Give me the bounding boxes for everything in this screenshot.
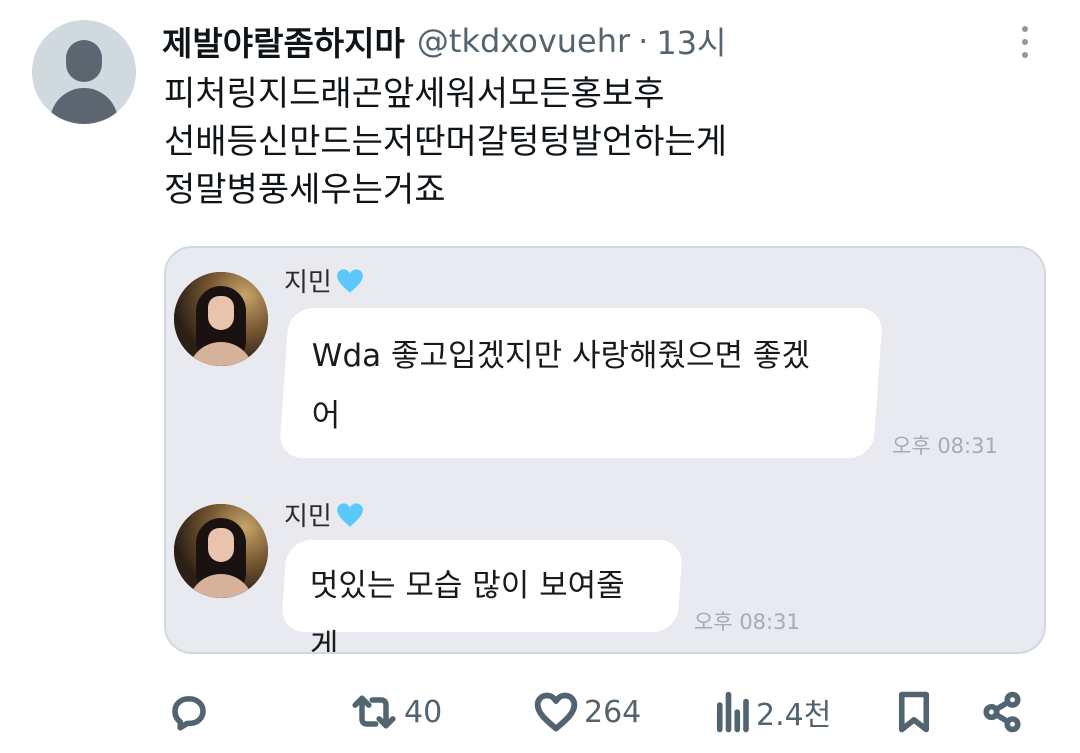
tweet-text-line: 정말병풍세우는거죠 bbox=[164, 170, 446, 210]
tweet-text: 피처링지드래곤앞세워서모든홍보후 선배등신만드는저딴머갈텅텅발언하는게 정말병풍… bbox=[164, 70, 727, 214]
retweet-count: 40 bbox=[404, 694, 443, 730]
chat-message-line: 어 bbox=[311, 398, 341, 434]
retweet-button[interactable]: 40 bbox=[350, 684, 442, 740]
tweet-text-line: 피처링지드래곤앞세워서모든홍보후 bbox=[164, 74, 665, 114]
more-icon[interactable] bbox=[1010, 22, 1040, 62]
bookmark-button[interactable] bbox=[894, 684, 934, 740]
tweet-time[interactable]: 13시 bbox=[656, 18, 726, 64]
separator-dot: · bbox=[638, 22, 649, 60]
chat-message-line: Wda 좋고입겠지만 사랑해줬으면 좋겠 bbox=[311, 338, 810, 374]
like-button[interactable]: 264 bbox=[534, 684, 641, 740]
chat-timestamp: 오후 08:31 bbox=[892, 434, 998, 458]
chat-sender-name: 지민 bbox=[284, 502, 332, 532]
chat-avatar bbox=[174, 272, 268, 366]
display-name[interactable]: 제발야랄좀하지마 bbox=[162, 17, 405, 65]
retweet-icon bbox=[352, 695, 396, 729]
reply-icon bbox=[172, 696, 206, 731]
attached-image[interactable]: 지민 Wda 좋고입겠지만 사랑해줬으면 좋겠 어 오후 08:31 지민 멋있… bbox=[164, 246, 1046, 654]
like-icon bbox=[534, 692, 578, 732]
tweet-header: 제발야랄좀하지마 @tkdxovuehr · 13시 bbox=[162, 16, 727, 66]
avatar-placeholder-body bbox=[50, 88, 118, 124]
blue-heart-icon bbox=[337, 268, 363, 293]
share-button[interactable] bbox=[980, 684, 1024, 740]
chat-avatar bbox=[174, 504, 268, 598]
chat-bubble: 멋있는 모습 많이 보여줄게 bbox=[280, 540, 684, 652]
share-icon bbox=[983, 691, 1021, 733]
tweet-text-line: 선배등신만드는저딴머갈텅텅발언하는게 bbox=[164, 122, 728, 162]
chat-bubble: Wda 좋고입겠지만 사랑해줬으면 좋겠 어 bbox=[278, 308, 884, 458]
view-count: 2.4천 bbox=[756, 698, 832, 733]
views-icon bbox=[716, 691, 749, 733]
reply-button[interactable] bbox=[168, 684, 216, 740]
user-handle[interactable]: @tkdxovuehr bbox=[417, 22, 630, 60]
blue-heart-icon bbox=[337, 502, 363, 527]
avatar-placeholder-head bbox=[66, 40, 102, 82]
tweet-actions: 40 264 2.4천 bbox=[160, 684, 1040, 740]
user-avatar[interactable] bbox=[32, 20, 136, 124]
chat-sender-name: 지민 bbox=[284, 268, 332, 298]
chat-sender: 지민 bbox=[284, 496, 364, 533]
views-button[interactable]: 2.4천 bbox=[714, 684, 831, 740]
chat-message-line: 멋있는 모습 많이 보여줄게 bbox=[309, 568, 625, 654]
chat-sender: 지민 bbox=[284, 262, 364, 299]
like-count: 264 bbox=[584, 694, 642, 730]
bookmark-icon bbox=[898, 691, 930, 733]
chat-timestamp: 오후 08:31 bbox=[694, 610, 800, 634]
